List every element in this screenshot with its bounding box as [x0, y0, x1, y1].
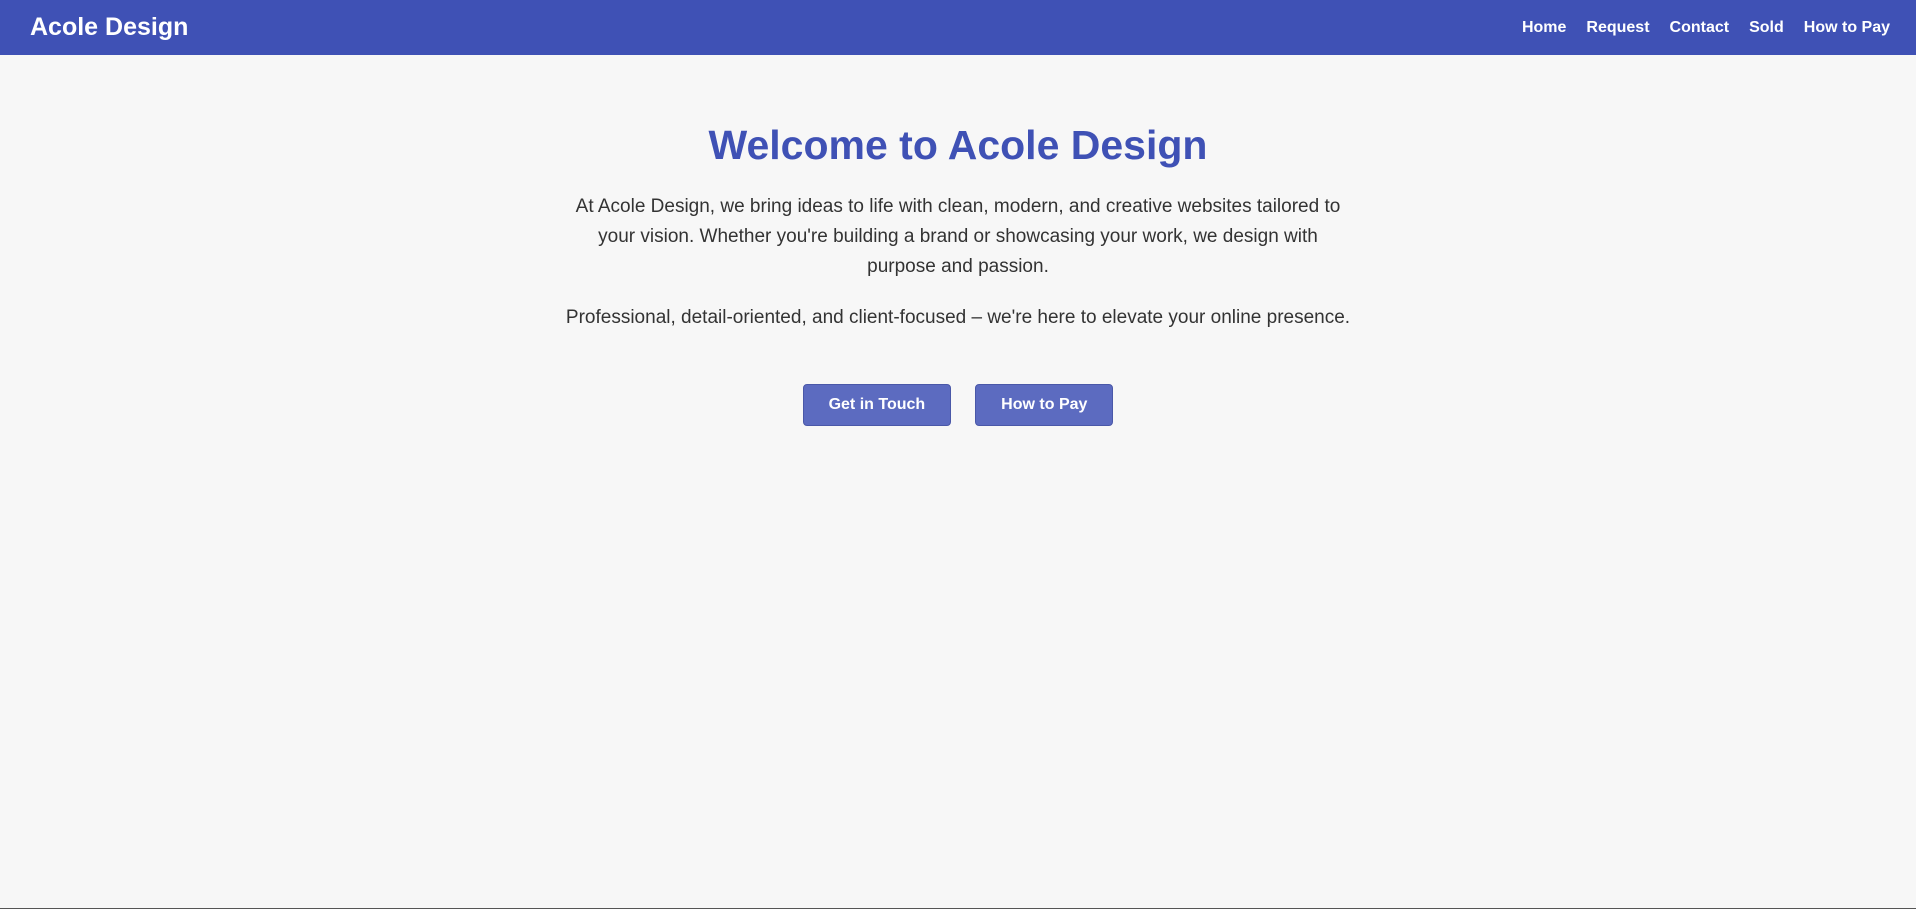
nav-link-home[interactable]: Home	[1522, 19, 1566, 37]
nav-link-contact[interactable]: Contact	[1670, 19, 1730, 37]
hero-title: Welcome to Acole Design	[708, 122, 1208, 168]
hero-section: Welcome to Acole Design At Acole Design,…	[0, 55, 1916, 427]
nav-link-request[interactable]: Request	[1586, 19, 1649, 37]
hero-description: At Acole Design, we bring ideas to life …	[575, 196, 1341, 278]
top-navbar: Acole Design Home Request Contact Sold H…	[0, 0, 1916, 55]
page: Acole Design Home Request Contact Sold H…	[0, 0, 1916, 909]
brand-logo-text[interactable]: Acole Design	[30, 13, 188, 42]
nav-link-sold[interactable]: Sold	[1749, 19, 1784, 37]
hero-tagline: Professional, detail-oriented, and clien…	[565, 307, 1351, 329]
hero-buttons: Get in Touch How to Pay	[0, 384, 1916, 427]
get-in-touch-button[interactable]: Get in Touch	[802, 384, 952, 427]
nav-links: Home Request Contact Sold How to Pay	[1502, 19, 1890, 37]
nav-link-how-to-pay[interactable]: How to Pay	[1804, 19, 1890, 37]
how-to-pay-button[interactable]: How to Pay	[975, 384, 1114, 427]
